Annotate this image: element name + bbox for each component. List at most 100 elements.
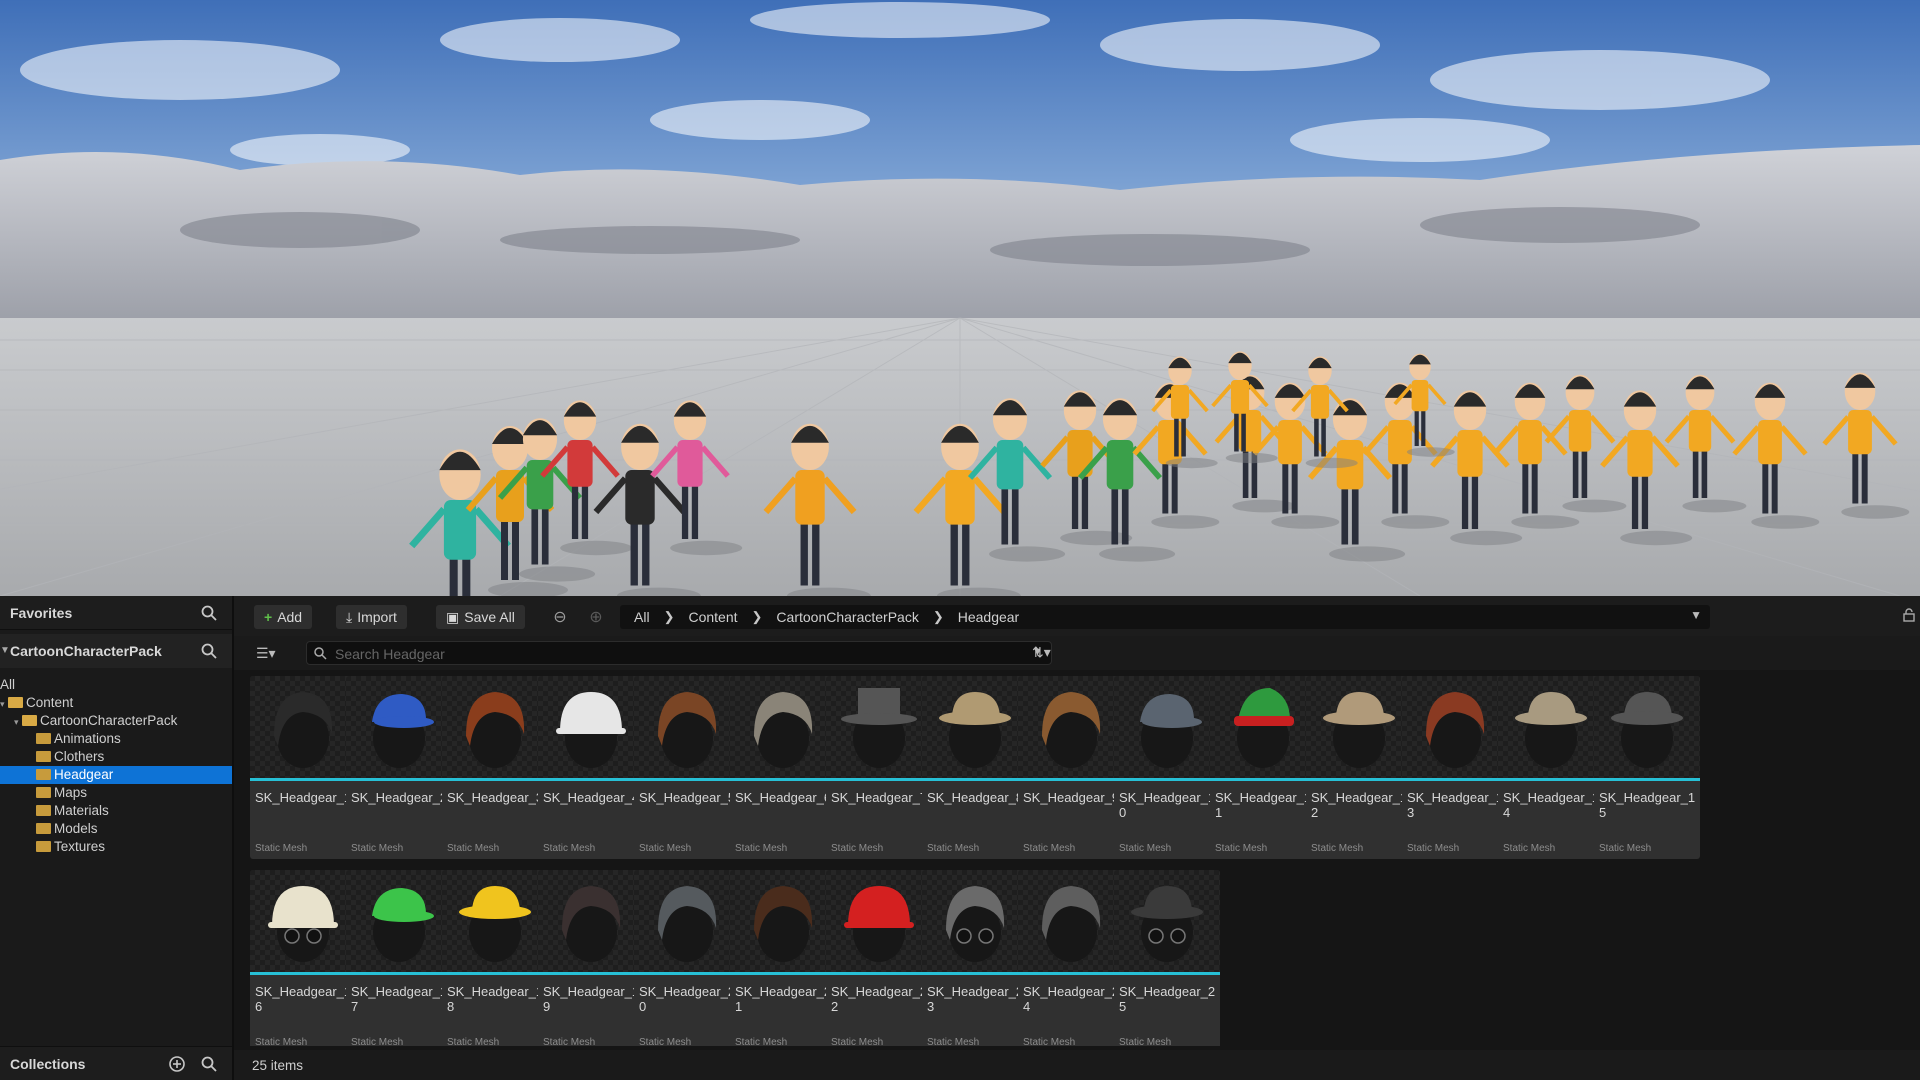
folder-icon — [36, 786, 51, 798]
asset-tile[interactable]: SK_Headgear_10 Static Mesh — [1114, 676, 1220, 859]
asset-name: SK_Headgear_18 — [447, 984, 544, 1014]
history-dropdown-icon[interactable]: ▼ — [1690, 608, 1702, 622]
lock-icon[interactable] — [1902, 608, 1916, 622]
asset-type-line — [442, 778, 548, 781]
asset-tile[interactable]: SK_Headgear_14 Static Mesh — [1498, 676, 1604, 859]
asset-thumbnail — [1594, 676, 1700, 778]
sort-icon[interactable]: ⇅▾ — [1032, 644, 1051, 661]
asset-type-line — [346, 778, 452, 781]
tree-item-materials[interactable]: Materials — [0, 802, 232, 820]
search-box[interactable]: ▼ — [306, 641, 1052, 666]
black-hair-icon — [274, 692, 333, 768]
asset-tile[interactable]: SK_Headgear_20 Static Mesh — [634, 870, 740, 1046]
search-icon[interactable] — [200, 1055, 218, 1073]
asset-tile[interactable]: SK_Headgear_11 Static Mesh — [1210, 676, 1316, 859]
asset-thumbnail — [250, 676, 356, 778]
import-button[interactable]: ⤓ Import — [336, 605, 407, 629]
asset-type-line — [1594, 778, 1700, 781]
breadcrumb-pack[interactable]: CartoonCharacterPack — [776, 609, 918, 625]
tree-item-maps[interactable]: Maps — [0, 784, 232, 802]
asset-name: SK_Headgear_15 — [1599, 790, 1696, 820]
asset-tile[interactable]: SK_Headgear_16 Static Mesh — [250, 870, 356, 1046]
asset-tile[interactable]: SK_Headgear_3 Static Mesh — [442, 676, 548, 859]
asset-tile[interactable]: SK_Headgear_6 Static Mesh — [730, 676, 836, 859]
collections-header[interactable]: Collections — [0, 1046, 232, 1080]
grey-hair-icon — [754, 692, 813, 768]
asset-type: Static Mesh — [1023, 843, 1076, 854]
root-folder-header[interactable]: ▼ CartoonCharacterPack — [0, 634, 232, 668]
asset-thumbnail — [1114, 870, 1220, 972]
asset-tile[interactable]: SK_Headgear_19 Static Mesh — [538, 870, 644, 1046]
asset-tile[interactable]: SK_Headgear_23 Static Mesh — [922, 870, 1028, 1046]
tree-item-models[interactable]: Models — [0, 820, 232, 838]
asset-tile[interactable]: SK_Headgear_8 Static Mesh — [922, 676, 1028, 859]
add-collection-icon[interactable] — [168, 1055, 186, 1073]
level-viewport[interactable] — [0, 0, 1920, 596]
back-icon[interactable]: ⊖ — [550, 607, 570, 627]
chevron-right-icon[interactable]: ❯ — [752, 609, 763, 625]
favorites-label: Favorites — [10, 604, 73, 621]
asset-type-line — [1498, 778, 1604, 781]
search-icon[interactable] — [200, 642, 218, 660]
tree-item-textures[interactable]: Textures — [0, 838, 232, 856]
asset-tile[interactable]: SK_Headgear_24 Static Mesh — [1018, 870, 1124, 1046]
asset-type-line — [1210, 778, 1316, 781]
asset-type: Static Mesh — [1119, 1037, 1172, 1046]
asset-tile[interactable]: SK_Headgear_15 Static Mesh — [1594, 676, 1700, 859]
tree-item-animations[interactable]: Animations — [0, 730, 232, 748]
favorites-header[interactable]: Favorites — [0, 596, 232, 630]
asset-thumbnail — [826, 870, 932, 972]
asset-thumbnail — [730, 870, 836, 972]
asset-tile[interactable]: SK_Headgear_9 Static Mesh — [1018, 676, 1124, 859]
asset-tile[interactable]: SK_Headgear_1 Static Mesh — [250, 676, 356, 859]
asset-type: Static Mesh — [735, 1037, 788, 1046]
tree-item-clothers[interactable]: Clothers — [0, 748, 232, 766]
asset-thumbnail — [1018, 870, 1124, 972]
asset-type: Static Mesh — [543, 1037, 596, 1046]
filter-icon[interactable]: ☰▾ — [256, 645, 276, 662]
asset-name: SK_Headgear_7 — [831, 790, 928, 805]
breadcrumb-headgear[interactable]: Headgear — [958, 609, 1020, 625]
afro-hair-icon — [754, 886, 813, 962]
search-icon[interactable] — [200, 604, 218, 622]
add-button[interactable]: + Add — [254, 605, 313, 629]
asset-tile[interactable]: SK_Headgear_2 Static Mesh — [346, 676, 452, 859]
asset-tile[interactable]: SK_Headgear_12 Static Mesh — [1306, 676, 1412, 859]
asset-name: SK_Headgear_6 — [735, 790, 832, 805]
asset-tile[interactable]: SK_Headgear_13 Static Mesh — [1402, 676, 1508, 859]
asset-tile[interactable]: SK_Headgear_21 Static Mesh — [730, 870, 836, 1046]
tree-item-all[interactable]: All — [0, 676, 232, 694]
tree-item-content[interactable]: ▾ Content — [0, 694, 232, 712]
chevron-right-icon[interactable]: ❯ — [664, 609, 675, 625]
asset-tile[interactable]: SK_Headgear_22 Static Mesh — [826, 870, 932, 1046]
breadcrumb-all[interactable]: All — [634, 609, 650, 625]
save-all-button[interactable]: ▣ Save All — [436, 605, 525, 629]
asset-thumbnail — [1210, 676, 1316, 778]
asset-thumbnail — [1498, 676, 1604, 778]
asset-name: SK_Headgear_4 — [543, 790, 640, 805]
breadcrumb-content[interactable]: Content — [688, 609, 737, 625]
tree-item-label: Headgear — [54, 767, 114, 782]
asset-tile[interactable]: SK_Headgear_25 Static Mesh — [1114, 870, 1220, 1046]
asset-tile[interactable]: SK_Headgear_5 Static Mesh — [634, 676, 740, 859]
asset-tile[interactable]: SK_Headgear_4 Static Mesh — [538, 676, 644, 859]
asset-type-line — [634, 778, 740, 781]
collections-label: Collections — [10, 1055, 86, 1072]
chevron-right-icon[interactable]: ❯ — [933, 609, 944, 625]
breadcrumb: All ❯ Content ❯ CartoonCharacterPack ❯ H… — [620, 605, 1710, 629]
collapse-caret-icon[interactable]: ▼ — [0, 645, 10, 656]
expand-caret-icon[interactable]: ▾ — [14, 713, 22, 731]
asset-tile[interactable]: SK_Headgear_7 Static Mesh — [826, 676, 932, 859]
asset-type: Static Mesh — [447, 843, 500, 854]
tree-item-cartooncharacterpack[interactable]: ▾ CartoonCharacterPack — [0, 712, 232, 730]
asset-tile[interactable]: SK_Headgear_17 Static Mesh — [346, 870, 452, 1046]
asset-type: Static Mesh — [639, 843, 692, 854]
forward-icon[interactable]: ⊕ — [586, 607, 606, 627]
search-input[interactable] — [333, 642, 1017, 666]
expand-caret-icon[interactable]: ▾ — [0, 695, 8, 713]
root-folder-label: CartoonCharacterPack — [10, 643, 162, 659]
asset-thumbnail — [1114, 676, 1220, 778]
tree-item-headgear[interactable]: Headgear — [0, 766, 232, 784]
asset-tile[interactable]: SK_Headgear_18 Static Mesh — [442, 870, 548, 1046]
folder-icon — [36, 822, 51, 834]
